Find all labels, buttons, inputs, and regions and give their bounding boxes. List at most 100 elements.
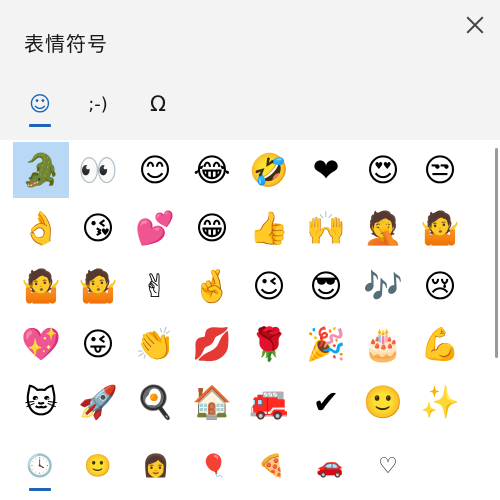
emoji-cell[interactable]: 😢 xyxy=(412,258,468,314)
emoji-glyph: 😉 xyxy=(252,267,286,305)
emoji-cell[interactable]: 💪 xyxy=(412,316,468,372)
emoji-glyph: 🐊 xyxy=(21,151,61,189)
scrollbar[interactable] xyxy=(495,148,498,358)
emoji-glyph: 🤷 xyxy=(78,267,118,305)
emoji-glyph: 🤷 xyxy=(420,209,460,247)
tab-food[interactable]: 🍕 xyxy=(250,444,294,488)
emoji-cell[interactable]: 👌 xyxy=(13,200,69,256)
emoji-cell[interactable]: 😘 xyxy=(70,200,126,256)
emoji-cell[interactable]: 🙂 xyxy=(355,374,411,430)
emoji-cell[interactable]: 🌹 xyxy=(241,316,297,372)
emoji-glyph: 👀 xyxy=(78,151,118,189)
emoji-cell[interactable]: 🚒 xyxy=(241,374,297,430)
emoji-cell[interactable]: 💋 xyxy=(184,316,240,372)
tab-emoji[interactable]: ☺ xyxy=(18,86,62,122)
kaomoji-icon: ;-) xyxy=(88,93,108,115)
emoji-category-tabs: 🕓 🙂 👩 🎈 🍕 🚗 ♡ xyxy=(0,436,500,500)
emoji-cell[interactable]: 🎉 xyxy=(298,316,354,372)
category-tabs: ☺ ;-) Ω xyxy=(0,78,500,134)
person-icon: 👩 xyxy=(142,453,170,479)
emoji-glyph: 🤦 xyxy=(363,209,403,247)
emoji-glyph: 👌 xyxy=(21,209,61,247)
emoji-cell[interactable]: 🤣 xyxy=(241,142,297,198)
emoji-cell[interactable]: 👏 xyxy=(127,316,183,372)
smiley-icon: ☺ xyxy=(29,92,51,116)
tab-smileys[interactable]: 🙂 xyxy=(76,444,120,488)
heart-outline-icon: ♡ xyxy=(378,453,398,479)
emoji-glyph: 💕 xyxy=(135,209,175,247)
emoji-glyph: 💋 xyxy=(192,325,232,363)
emoji-glyph: ✔ xyxy=(312,383,340,421)
emoji-cell[interactable]: 🎶 xyxy=(355,258,411,314)
emoji-cell[interactable]: 🙌 xyxy=(298,200,354,256)
tab-people[interactable]: 👩 xyxy=(134,444,178,488)
emoji-glyph: ❤ xyxy=(312,151,340,189)
panel-title: 表情符号 xyxy=(24,32,108,56)
tab-symbols[interactable]: Ω xyxy=(136,86,180,122)
emoji-glyph: 🎂 xyxy=(363,325,403,363)
emoji-cell[interactable]: 💕 xyxy=(127,200,183,256)
emoji-cell[interactable]: 😍 xyxy=(355,142,411,198)
emoji-grid: 🐊 👀 😊 😂 🤣 ❤ 😍 😒 👌 😘 💕 😁 👍 🙌 🤦 🤷 🤷 🤷 ✌ 🤞 😉 😎 🎶 😢 💖 😜 👏 💋 🌹 🎉 🎂 💪 🐱 🚀 🍳 🏠 🚒 ✔ 🙂 ✨ xyxy=(0,140,500,436)
emoji-cell[interactable]: ✌ xyxy=(127,258,183,314)
emoji-cell[interactable]: 💖 xyxy=(13,316,69,372)
emoji-cell[interactable]: ❤ xyxy=(298,142,354,198)
emoji-cell[interactable]: 🚀 xyxy=(70,374,126,430)
car-icon: 🚗 xyxy=(316,453,344,479)
emoji-cell[interactable]: 👀 xyxy=(70,142,126,198)
emoji-cell[interactable]: 🏠 xyxy=(184,374,240,430)
emoji-glyph: 😍 xyxy=(366,151,400,189)
emoji-cell[interactable]: 🤞 xyxy=(184,258,240,314)
emoji-panel: 表情符号 ☺ ;-) Ω 🐊 👀 😊 😂 🤣 ❤ 😍 😒 👌 😘 💕 😁 👍 🙌 🤦 🤷 🤷 🤷 ✌ 🤞 😉 😎 🎶 😢 💖 😜 👏… xyxy=(0,0,500,500)
tab-transport[interactable]: 🚗 xyxy=(308,444,352,488)
emoji-glyph: 🍳 xyxy=(135,383,175,421)
clock-icon: 🕓 xyxy=(26,453,54,479)
emoji-cell[interactable]: 😉 xyxy=(241,258,297,314)
smiley-face-icon: 🙂 xyxy=(84,453,112,479)
close-button[interactable] xyxy=(464,14,486,36)
tab-symbols-bottom[interactable]: ♡ xyxy=(366,444,410,488)
emoji-glyph: 💖 xyxy=(21,325,61,363)
emoji-glyph: 🚀 xyxy=(78,383,118,421)
emoji-cell[interactable]: 😊 xyxy=(127,142,183,198)
emoji-glyph: 😂 xyxy=(193,151,231,189)
emoji-glyph: ✨ xyxy=(420,383,460,421)
emoji-cell[interactable]: 😒 xyxy=(412,142,468,198)
tab-celebration[interactable]: 🎈 xyxy=(192,444,236,488)
emoji-glyph: 😊 xyxy=(138,151,172,189)
emoji-cell[interactable]: 😂 xyxy=(184,142,240,198)
emoji-cell[interactable]: 😎 xyxy=(298,258,354,314)
emoji-glyph: 👏 xyxy=(135,325,175,363)
emoji-cell[interactable]: 🎂 xyxy=(355,316,411,372)
emoji-glyph: 👍 xyxy=(249,209,289,247)
emoji-glyph: 😁 xyxy=(195,209,229,247)
emoji-glyph: 🙌 xyxy=(306,209,346,247)
emoji-cell[interactable]: 🤷 xyxy=(70,258,126,314)
emoji-glyph: 😎 xyxy=(309,267,343,305)
emoji-cell[interactable]: 🍳 xyxy=(127,374,183,430)
balloon-icon: 🎈 xyxy=(200,453,228,479)
pizza-icon: 🍕 xyxy=(258,453,286,479)
emoji-cell[interactable]: 😜 xyxy=(70,316,126,372)
emoji-cell[interactable]: 🤷 xyxy=(412,200,468,256)
emoji-cell[interactable]: 🤷 xyxy=(13,258,69,314)
tab-recent[interactable]: 🕓 xyxy=(18,444,62,488)
emoji-glyph: 😒 xyxy=(423,151,457,189)
emoji-glyph: 😜 xyxy=(81,325,115,363)
emoji-cell[interactable]: 👍 xyxy=(241,200,297,256)
active-bottom-tab-indicator xyxy=(29,488,51,491)
emoji-glyph: ✌ xyxy=(141,267,169,305)
omega-icon: Ω xyxy=(149,92,167,116)
emoji-cell[interactable]: ✔ xyxy=(298,374,354,430)
tab-kaomoji[interactable]: ;-) xyxy=(76,86,120,122)
title-bar: 表情符号 xyxy=(0,0,500,78)
emoji-glyph: 🎶 xyxy=(363,267,403,305)
emoji-cell[interactable]: 🐱 xyxy=(13,374,69,430)
emoji-cell[interactable]: ✨ xyxy=(412,374,468,430)
emoji-cell[interactable]: 🐊 xyxy=(13,142,69,198)
emoji-glyph: 😘 xyxy=(81,209,115,247)
emoji-glyph: 🤷 xyxy=(21,267,61,305)
emoji-cell[interactable]: 🤦 xyxy=(355,200,411,256)
emoji-cell[interactable]: 😁 xyxy=(184,200,240,256)
emoji-glyph: 🚒 xyxy=(249,383,289,421)
